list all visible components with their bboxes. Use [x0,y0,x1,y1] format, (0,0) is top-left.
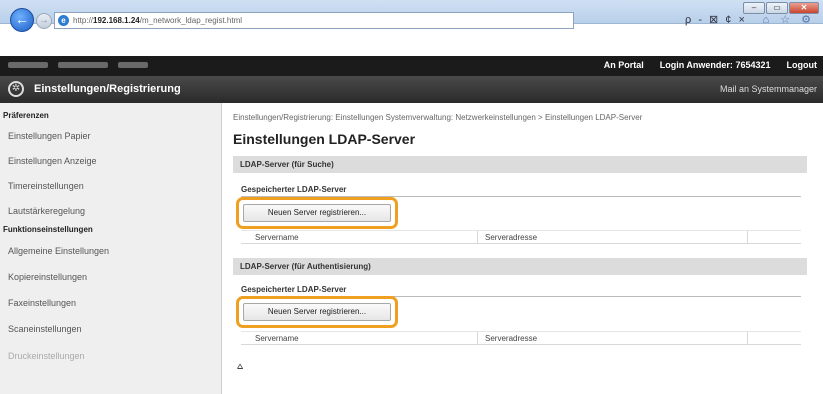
col-serveraddress: Serveradresse [485,334,538,343]
register-new-server-button[interactable]: Neuen Server registrieren... [243,204,391,222]
browser-nav-row: ← → e http://192.168.1.24/m_network_ldap… [0,8,823,32]
sidebar: Präferenzen Einstellungen Papier Einstel… [0,103,222,394]
column-divider [747,332,748,345]
device-topbar: An Portal Login Anwender: 7654321 Logout [0,56,823,76]
sidebar-item-display[interactable]: Einstellungen Anzeige [8,156,213,174]
portal-link[interactable]: An Portal [604,60,644,70]
column-divider [477,231,478,244]
url-path: /m_network_ldap_regist.html [139,16,243,25]
sidebar-item-fax[interactable]: Faxeinstellungen [8,298,213,316]
saved-ldap-server-heading: Gespeicherter LDAP-Server [241,285,347,294]
sidebar-heading-preferences: Präferenzen [3,111,49,120]
topbar-links: An Portal Login Anwender: 7654321 Logout [604,60,817,70]
back-to-top-icon[interactable]: ⩟ [237,361,243,372]
main-content: Einstellungen/Registrierung: Einstellung… [233,103,819,394]
sidebar-heading-functions: Funktionseinstellungen [3,225,93,234]
sidebar-item-scan[interactable]: Scaneinstellungen [8,324,213,342]
register-new-server-button[interactable]: Neuen Server registrieren... [243,303,391,321]
sidebar-item-paper[interactable]: Einstellungen Papier [8,131,213,149]
saved-ldap-server-heading: Gespeicherter LDAP-Server [241,185,347,194]
url-host: 192.168.1.24 [93,16,140,25]
server-table-header: Servername Serveradresse [241,230,801,244]
header-title: Einstellungen/Registrierung [34,83,181,95]
sidebar-item-general[interactable]: Allgemeine Einstellungen [8,246,213,264]
logout-link[interactable]: Logout [787,60,818,70]
section-ldap-auth: LDAP-Server (für Authentisierung) [233,258,807,275]
device-name-redacted [8,62,168,69]
sidebar-item-volume[interactable]: Lautstärkeregelung [8,206,213,224]
page-header: ✲ Einstellungen/Registrierung Mail an Sy… [0,76,823,103]
col-servername: Servername [255,233,299,242]
sidebar-item-copy[interactable]: Kopiereinstellungen [8,272,213,290]
forward-arrow-icon[interactable]: → [36,13,52,29]
page-title: Einstellungen LDAP-Server [233,131,416,147]
section-ldap-search: LDAP-Server (für Suche) [233,156,807,173]
address-bar[interactable]: e http://192.168.1.24/m_network_ldap_reg… [54,12,574,29]
sidebar-item-timer[interactable]: Timereinstellungen [8,181,213,199]
settings-gear-icon: ✲ [8,81,24,97]
mail-to-sysmanager-link[interactable]: Mail an Systemmanager [720,84,817,94]
address-tools[interactable]: ρ - ⊠ ¢ × [685,13,747,26]
col-serveraddress: Serveradresse [485,233,538,242]
section-title: LDAP-Server (für Authentisierung) [240,262,371,271]
breadcrumb: Einstellungen/Registrierung: Einstellung… [233,113,643,122]
login-user-info: Login Anwender: 7654321 [659,60,771,70]
column-divider [477,332,478,345]
url-prefix: http:// [73,16,94,25]
server-table-header: Servername Serveradresse [241,331,801,345]
browser-logo-icon: e [58,15,69,26]
back-arrow-icon[interactable]: ← [10,8,34,32]
sidebar-item-print[interactable]: Druckeinstellungen [8,351,213,369]
col-servername: Servername [255,334,299,343]
home-favorites-settings-icons[interactable]: ⌂ ☆ ⚙ [763,13,815,26]
column-divider [747,231,748,244]
section-title: LDAP-Server (für Suche) [240,160,334,169]
